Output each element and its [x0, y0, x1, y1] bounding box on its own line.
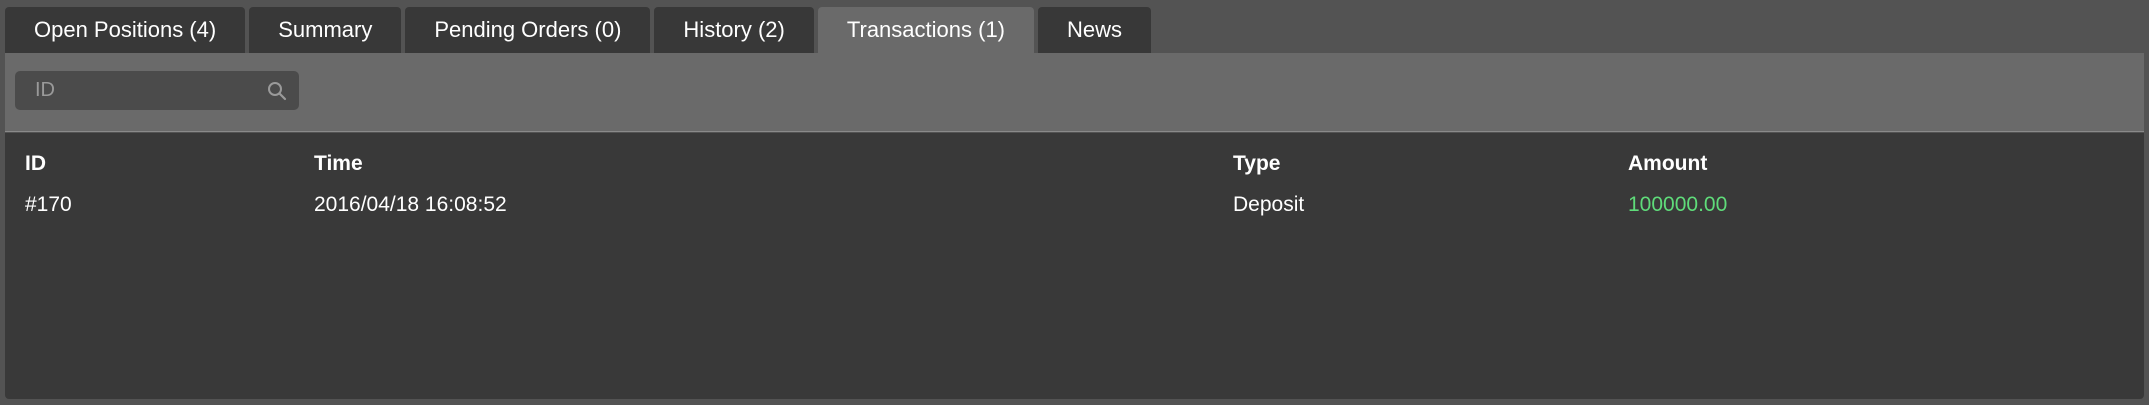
terminal-panel: Open Positions (4) Summary Pending Order… [0, 0, 2149, 405]
cell-time: 2016/04/18 16:08:52 [314, 193, 507, 216]
tab-history[interactable]: History (2) [654, 7, 814, 53]
transactions-table: ID Time Type Amount #170 2016/04/18 16:0… [5, 133, 2144, 399]
tab-open-positions[interactable]: Open Positions (4) [5, 7, 246, 53]
column-header-time[interactable]: Time [314, 152, 363, 176]
tab-summary[interactable]: Summary [249, 7, 402, 53]
cell-id: #170 [25, 193, 72, 216]
tab-transactions[interactable]: Transactions (1) [817, 7, 1034, 54]
tab-bar: Open Positions (4) Summary Pending Order… [5, 7, 1152, 54]
cell-type: Deposit [1233, 193, 1305, 216]
search-icon[interactable] [267, 81, 287, 101]
column-header-id[interactable]: ID [25, 152, 46, 176]
search-input[interactable] [15, 71, 255, 110]
tab-news[interactable]: News [1038, 7, 1152, 53]
column-header-type[interactable]: Type [1233, 152, 1280, 176]
filter-toolbar [5, 53, 2144, 132]
cell-amount: 100000.00 [1628, 193, 1728, 216]
column-header-amount[interactable]: Amount [1628, 152, 1707, 176]
search-box [15, 71, 299, 110]
tab-pending-orders[interactable]: Pending Orders (0) [405, 7, 651, 53]
